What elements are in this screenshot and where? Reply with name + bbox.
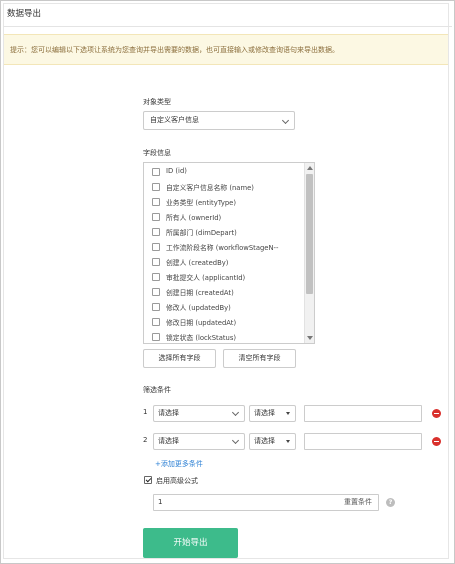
field-item-label: 工作流阶段名称 (workflowStageN-- [166,244,279,252]
field-checkbox[interactable] [152,333,160,341]
filter-value-input[interactable] [304,405,422,422]
chevron-down-icon [281,116,290,125]
advanced-formula-checkbox[interactable] [144,476,152,484]
chevron-down-icon [231,436,240,445]
formula-input[interactable]: 1 重置条件 [153,494,379,511]
filter-operator-select[interactable]: 请选择 [249,405,296,422]
field-item-label: 锁定状态 (lockStatus) [166,334,237,342]
notice-bar: 提示：您可以编辑以下选项让系统为您查询并导出需要的数据，也可直接输入或修改查询语… [4,34,448,65]
field-item[interactable]: ID (id) [144,165,304,179]
question-circle-icon[interactable]: ? [386,498,395,507]
reset-conditions-link[interactable]: 重置条件 [344,495,372,510]
field-list[interactable]: ID (id) 自定义客户信息名称 (name) 业务类型 (entityTyp… [143,162,315,344]
field-checkbox[interactable] [152,318,160,326]
filter-field-select[interactable]: 请选择 [153,433,245,450]
field-checkbox[interactable] [152,303,160,311]
field-checkbox[interactable] [152,243,160,251]
title-divider [3,26,452,27]
chevron-down-icon [231,408,240,417]
filter-value-input[interactable] [304,433,422,450]
field-item-label: 创建日期 (createdAt) [166,289,234,297]
fields-label: 字段信息 [143,149,171,157]
field-checkbox[interactable] [152,288,160,296]
add-condition-link[interactable]: +添加更多条件 [155,459,203,469]
filter-row-number: 1 [143,408,148,416]
clear-all-fields-button[interactable]: 清空所有字段 [223,349,296,368]
field-checkbox[interactable] [152,183,160,191]
field-item[interactable]: 自定义客户信息名称 (name) [144,180,304,194]
field-item-label: 修改人 (updatedBy) [166,304,231,312]
field-item[interactable]: 所有人 (ownerId) [144,210,304,224]
field-list-scrollbar[interactable] [304,163,314,343]
field-checkbox[interactable] [152,258,160,266]
field-item[interactable]: 创建人 (createdBy) [144,255,304,269]
field-item-label: 自定义客户信息名称 (name) [166,184,254,192]
field-item[interactable]: 锁定状态 (lockStatus) [144,330,304,343]
field-item[interactable]: 业务类型 (entityType) [144,195,304,209]
select-all-fields-button[interactable]: 选择所有字段 [143,349,216,368]
field-item-label: 创建人 (createdBy) [166,259,229,267]
scroll-up-icon[interactable] [307,166,313,170]
field-item-label: 审批提交人 (applicantId) [166,274,246,282]
filters-label: 筛选条件 [143,386,171,394]
filter-field-value: 请选择 [158,409,179,417]
caret-down-icon [286,440,290,443]
advanced-formula-label: 启用高级公式 [156,477,198,485]
object-type-label: 对象类型 [143,98,171,106]
field-item-label: 修改日期 (updatedAt) [166,319,237,327]
filter-operator-value: 请选择 [254,409,275,417]
field-item[interactable]: 创建日期 (createdAt) [144,285,304,299]
remove-condition-icon[interactable] [432,409,441,418]
filter-field-value: 请选择 [158,437,179,445]
filter-operator-value: 请选择 [254,437,275,445]
field-checkbox[interactable] [152,213,160,221]
field-item[interactable]: 审批提交人 (applicantId) [144,270,304,284]
field-checkbox[interactable] [152,228,160,236]
start-export-button[interactable]: 开始导出 [143,528,238,558]
field-item-label: ID (id) [166,167,187,175]
filter-operator-select[interactable]: 请选择 [249,433,296,450]
filter-field-select[interactable]: 请选择 [153,405,245,422]
field-item-label: 所有人 (ownerId) [166,214,222,222]
scroll-down-icon[interactable] [307,336,313,340]
field-checkbox[interactable] [152,273,160,281]
formula-value: 1 [158,498,163,506]
scroll-thumb[interactable] [306,174,313,294]
remove-condition-icon[interactable] [432,437,441,446]
field-checkbox[interactable] [152,168,160,176]
field-item-label: 所属部门 (dimDepart) [166,229,237,237]
object-type-select[interactable]: 自定义客户信息 [143,111,295,130]
field-item[interactable]: 工作流阶段名称 (workflowStageN-- [144,240,304,254]
object-type-value: 自定义客户信息 [150,116,199,124]
field-item-label: 业务类型 (entityType) [166,199,236,207]
filter-row-number: 2 [143,436,148,444]
field-item[interactable]: 修改人 (updatedBy) [144,300,304,314]
page-title: 数据导出 [7,9,42,19]
field-item[interactable]: 修改日期 (updatedAt) [144,315,304,329]
caret-down-icon [286,412,290,415]
field-item[interactable]: 所属部门 (dimDepart) [144,225,304,239]
field-checkbox[interactable] [152,198,160,206]
